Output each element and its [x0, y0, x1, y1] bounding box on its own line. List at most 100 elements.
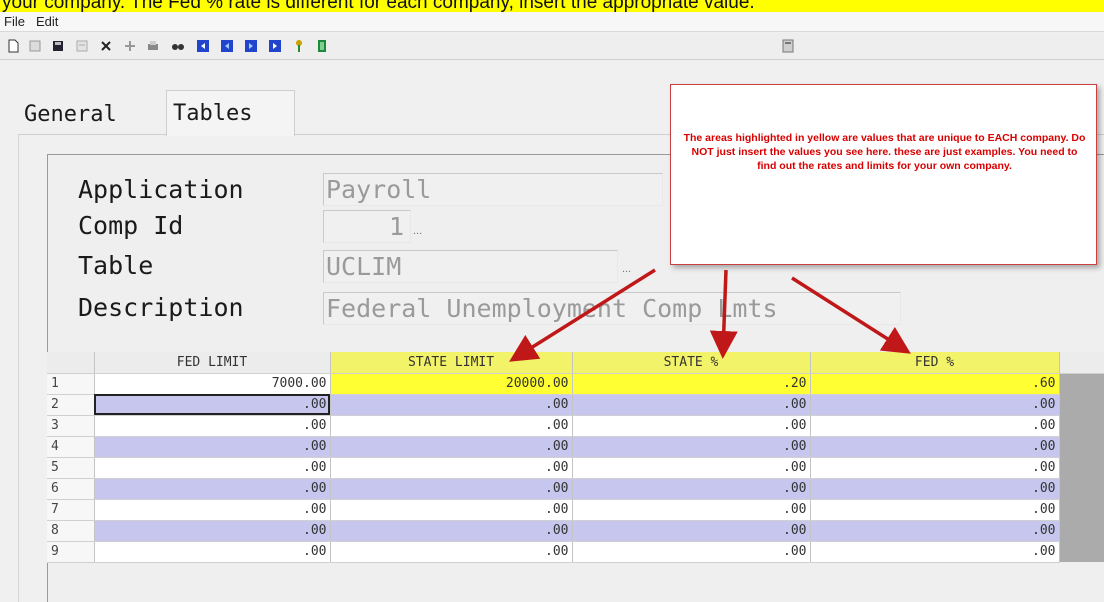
limits-table: FED LIMIT STATE LIMIT STATE % FED % 1 70…: [47, 352, 1104, 563]
table-row: 9 .00 .00 .00 .00: [47, 541, 1104, 563]
application-label: Application: [78, 175, 244, 204]
state-limit-cell[interactable]: .00: [330, 457, 573, 479]
table-row: 5 .00 .00 .00 .00: [47, 457, 1104, 479]
print-icon[interactable]: [142, 36, 164, 56]
state-percent-cell[interactable]: .20: [572, 373, 811, 395]
fed-percent-cell[interactable]: .00: [810, 520, 1060, 542]
state-percent-cell[interactable]: .00: [572, 520, 811, 542]
app-window: { "instruction": "your company. The Fed …: [0, 0, 1104, 602]
key-icon[interactable]: [288, 36, 310, 56]
table-row: 3 .00 .00 .00 .00: [47, 415, 1104, 437]
row-number: 8: [47, 520, 95, 542]
state-limit-cell[interactable]: .00: [330, 520, 573, 542]
row-number-header: [47, 352, 95, 374]
form-icon[interactable]: [71, 36, 93, 56]
grid-empty-area: [1059, 541, 1104, 562]
table-header-row: FED LIMIT STATE LIMIT STATE % FED %: [47, 352, 1104, 374]
grid-empty-area: [1059, 415, 1104, 436]
save-icon[interactable]: [47, 36, 69, 56]
row-number: 7: [47, 499, 95, 521]
menu-bar: File Edit: [0, 12, 1104, 32]
fed-limit-cell[interactable]: .00: [94, 415, 331, 437]
fed-percent-cell[interactable]: .00: [810, 415, 1060, 437]
table-row: 7 .00 .00 .00 .00: [47, 499, 1104, 521]
table-row: 1 7000.00 20000.00 .20 .60: [47, 373, 1104, 395]
state-percent-cell[interactable]: .00: [572, 394, 811, 416]
comp-id-lookup-button[interactable]: ...: [413, 225, 422, 237]
table-lookup-button[interactable]: ...: [622, 263, 631, 275]
tab-general[interactable]: General: [24, 104, 117, 126]
state-limit-cell[interactable]: .00: [330, 394, 573, 416]
add-row-icon[interactable]: [119, 36, 141, 56]
fed-percent-cell[interactable]: .00: [810, 394, 1060, 416]
application-field[interactable]: Payroll: [323, 173, 663, 206]
state-limit-cell[interactable]: .00: [330, 436, 573, 458]
fed-percent-cell[interactable]: .00: [810, 457, 1060, 479]
state-limit-cell[interactable]: .00: [330, 478, 573, 500]
table-row: 4 .00 .00 .00 .00: [47, 436, 1104, 458]
fed-percent-cell[interactable]: .00: [810, 499, 1060, 521]
state-limit-cell[interactable]: .00: [330, 415, 573, 437]
new-document-icon[interactable]: [2, 36, 24, 56]
fed-limit-cell[interactable]: .00: [94, 499, 331, 521]
callout-text: The areas highlighted in yellow are valu…: [683, 132, 1086, 172]
row-number: 5: [47, 457, 95, 479]
grid-empty-area: [1059, 499, 1104, 520]
description-field[interactable]: Federal Unemployment Comp Lmts: [323, 292, 901, 325]
fed-limit-cell[interactable]: .00: [94, 541, 331, 563]
fed-percent-cell[interactable]: .00: [810, 541, 1060, 563]
column-header-fed-limit[interactable]: FED LIMIT: [94, 352, 331, 374]
grid-empty-area: [1059, 436, 1104, 457]
state-percent-cell[interactable]: .00: [572, 541, 811, 563]
column-header-fed-percent[interactable]: FED %: [810, 352, 1060, 374]
grid-empty-area: [1059, 457, 1104, 478]
fed-percent-cell[interactable]: .60: [810, 373, 1060, 395]
state-limit-cell[interactable]: .00: [330, 541, 573, 563]
fed-limit-cell[interactable]: 7000.00: [94, 373, 331, 395]
row-number: 3: [47, 415, 95, 437]
menu-edit[interactable]: Edit: [36, 14, 58, 29]
first-record-icon[interactable]: [192, 36, 214, 56]
column-header-state-limit[interactable]: STATE LIMIT: [330, 352, 573, 374]
state-percent-cell[interactable]: .00: [572, 436, 811, 458]
next-record-icon[interactable]: [240, 36, 262, 56]
previous-record-icon[interactable]: [216, 36, 238, 56]
state-percent-cell[interactable]: .00: [572, 457, 811, 479]
row-number: 6: [47, 478, 95, 500]
print-preview-icon[interactable]: [24, 36, 46, 56]
fed-limit-cell[interactable]: .00: [94, 478, 331, 500]
column-header-state-percent[interactable]: STATE %: [572, 352, 811, 374]
state-percent-cell[interactable]: .00: [572, 478, 811, 500]
fed-percent-cell[interactable]: .00: [810, 478, 1060, 500]
state-limit-cell[interactable]: .00: [330, 499, 573, 521]
fed-limit-cell[interactable]: .00: [94, 457, 331, 479]
exit-icon[interactable]: [311, 36, 333, 56]
table-field[interactable]: UCLIM: [323, 250, 618, 283]
menu-file[interactable]: File: [4, 14, 25, 29]
fed-limit-cell[interactable]: .00: [94, 520, 331, 542]
row-number: 4: [47, 436, 95, 458]
fed-percent-cell[interactable]: .00: [810, 436, 1060, 458]
table-row: 6 .00 .00 .00 .00: [47, 478, 1104, 500]
table-row: 2 .00 .00 .00 .00: [47, 394, 1104, 416]
grid-empty-area: [1059, 478, 1104, 499]
fed-limit-cell[interactable]: .00: [94, 394, 331, 416]
delete-icon[interactable]: [95, 36, 117, 56]
row-number: 9: [47, 541, 95, 563]
fed-limit-cell[interactable]: .00: [94, 436, 331, 458]
find-icon[interactable]: [167, 36, 189, 56]
row-number: 2: [47, 394, 95, 416]
comp-id-field[interactable]: 1: [323, 210, 411, 243]
state-percent-cell[interactable]: .00: [572, 415, 811, 437]
grid-empty-area: [1059, 520, 1104, 541]
tab-tables[interactable]: Tables: [166, 90, 295, 136]
comp-id-label: Comp Id: [78, 211, 184, 240]
instruction-callout: The areas highlighted in yellow are valu…: [670, 84, 1097, 265]
row-number: 1: [47, 373, 95, 395]
state-limit-cell[interactable]: 20000.00: [330, 373, 573, 395]
last-record-icon[interactable]: [264, 36, 286, 56]
description-label: Description: [78, 293, 244, 322]
table-label: Table: [78, 251, 154, 280]
state-percent-cell[interactable]: .00: [572, 499, 811, 521]
calculator-icon[interactable]: [777, 36, 799, 56]
